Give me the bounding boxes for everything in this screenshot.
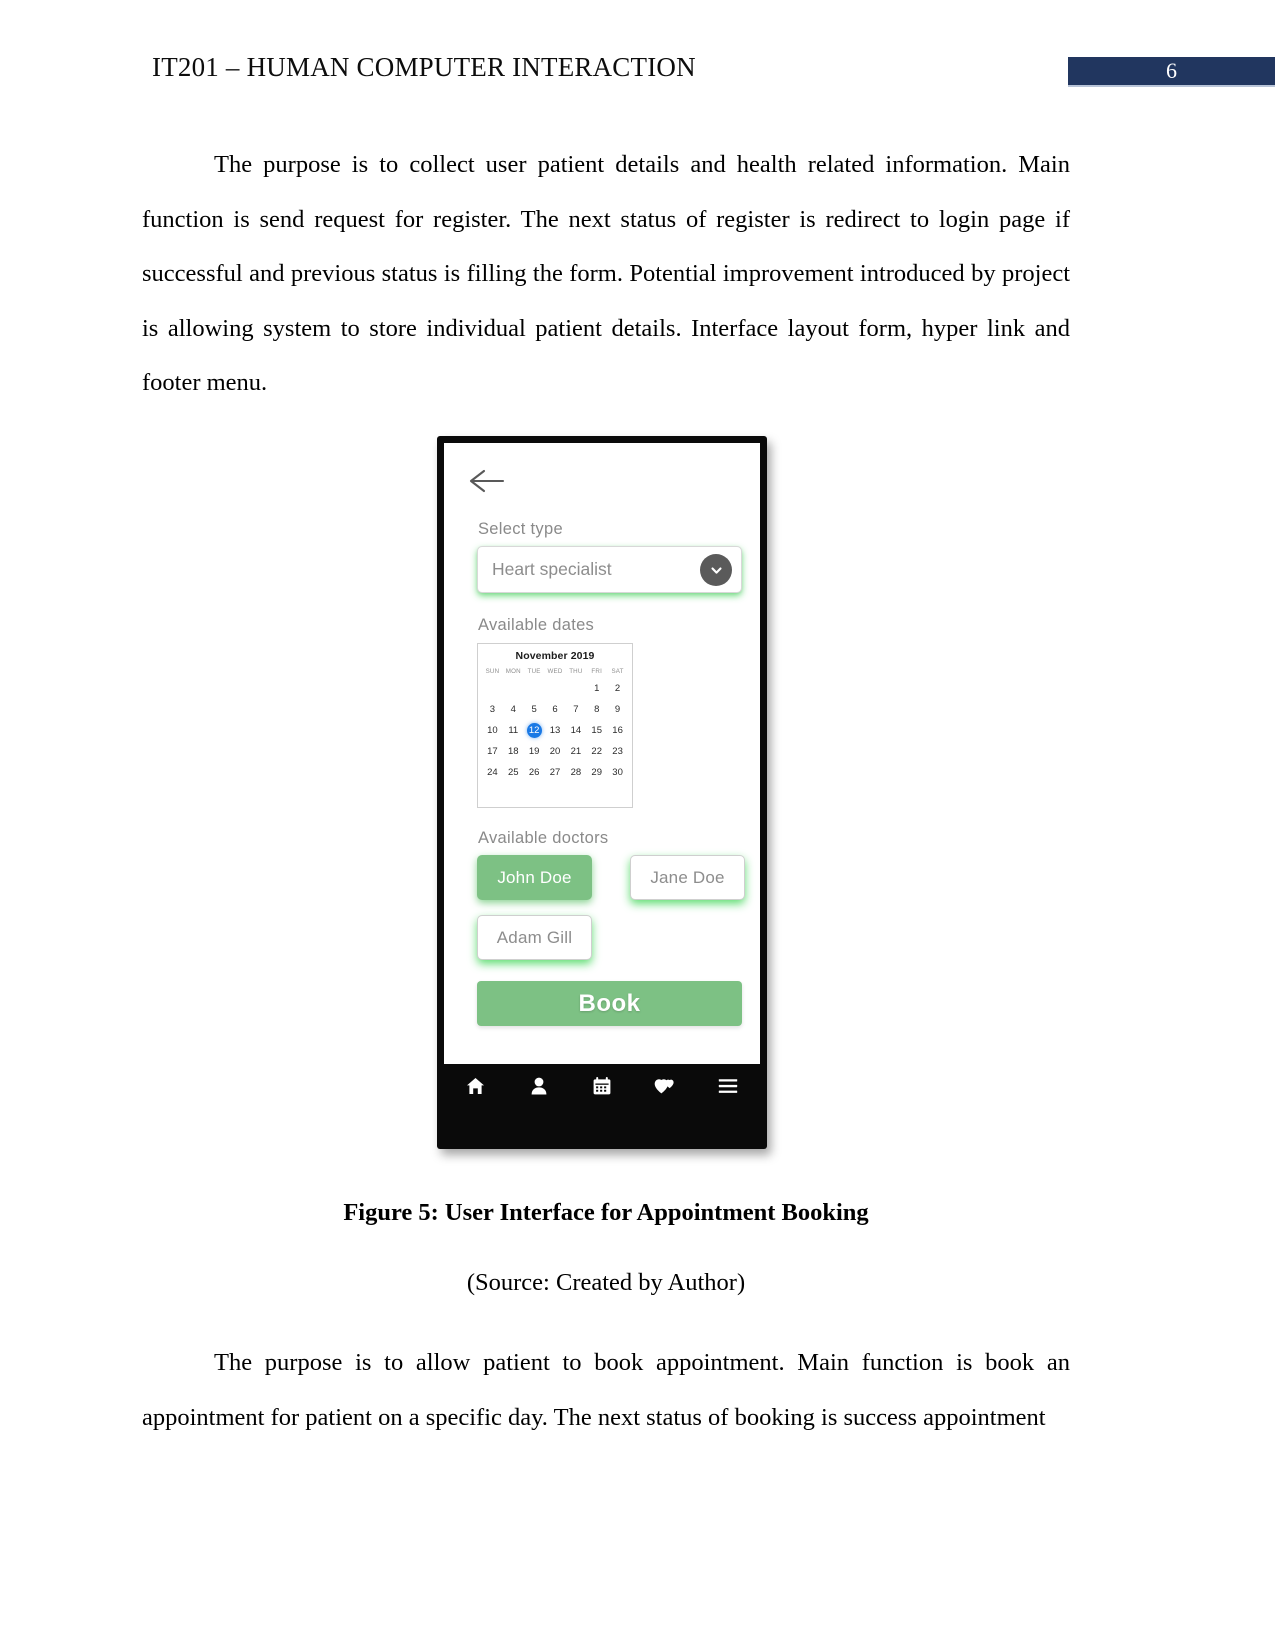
calendar-day (482, 681, 503, 696)
phone-screen: Select type Heart specialist Available d… (444, 443, 760, 1098)
doctor-option-jane-doe[interactable]: Jane Doe (630, 855, 745, 900)
calendar-dow: MON (505, 668, 521, 675)
calendar-day[interactable]: 7 (565, 702, 586, 717)
calendar-day-selected-value: 12 (526, 723, 542, 738)
available-doctors-label: Available doctors (478, 829, 609, 847)
calendar-dow: WED (547, 668, 563, 675)
calendar-day[interactable]: 25 (503, 765, 524, 780)
calendar-day[interactable]: 22 (586, 744, 607, 759)
figure-source: (Source: Created by Author) (466, 1269, 746, 1296)
calendar-day[interactable]: 8 (586, 702, 607, 717)
figure-caption: Figure 5: User Interface for Appointment… (343, 1199, 869, 1226)
paragraph-first: The purpose is to collect user patient d… (142, 138, 1070, 411)
bottom-navigation-bar: Home Account (444, 1064, 760, 1098)
home-icon (466, 1075, 485, 1097)
hearts-icon (654, 1075, 676, 1097)
calendar-day (503, 681, 524, 696)
calendar-day[interactable]: 11 (503, 723, 524, 738)
calendar-day (565, 681, 586, 696)
calendar-day[interactable]: 9 (607, 702, 628, 717)
available-dates-label: Available dates (478, 616, 595, 634)
calendar-dow: SUN (485, 668, 500, 675)
nav-item-home[interactable]: Home (444, 1075, 507, 1099)
nav-item-schedule[interactable]: Schedule (570, 1075, 633, 1099)
calendar-day (524, 681, 545, 696)
paragraph-second: The purpose is to allow patient to book … (142, 1336, 1070, 1445)
calendar-day[interactable]: 28 (565, 765, 586, 780)
calendar-day[interactable]: 30 (607, 765, 628, 780)
nav-item-account[interactable]: Account (507, 1075, 570, 1099)
calendar-day[interactable]: 19 (524, 744, 545, 759)
arrow-left-icon[interactable] (469, 468, 507, 494)
nav-item-stats[interactable]: Stats (634, 1075, 697, 1099)
calendar-dow: SAT (611, 668, 624, 675)
calendar-dow: THU (569, 668, 583, 675)
specialist-type-dropdown[interactable]: Heart specialist (477, 546, 742, 593)
calendar-day[interactable]: 13 (545, 723, 566, 738)
calendar-icon (593, 1075, 611, 1097)
calendar-day[interactable]: 20 (545, 744, 566, 759)
calendar-day[interactable]: 24 (482, 765, 503, 780)
calendar-day[interactable]: 5 (524, 702, 545, 717)
book-button[interactable]: Book (477, 981, 742, 1026)
calendar-day (545, 681, 566, 696)
person-icon (531, 1075, 547, 1097)
calendar-dow: FRI (591, 668, 602, 675)
calendar-day[interactable]: 1 (586, 681, 607, 696)
calendar-grid: SUN MON TUE WED THU FRI SAT 1 2 3 4 5 6 … (482, 668, 628, 780)
calendar-day[interactable]: 3 (482, 702, 503, 717)
hamburger-menu-icon (718, 1075, 738, 1097)
page-number-badge: 6 (1068, 57, 1275, 87)
calendar-day[interactable]: 23 (607, 744, 628, 759)
select-type-label: Select type (478, 520, 563, 538)
calendar-day[interactable]: 6 (545, 702, 566, 717)
phone-mockup-frame: Select type Heart specialist Available d… (437, 436, 767, 1149)
calendar-day[interactable]: 26 (524, 765, 545, 780)
calendar-day[interactable]: 27 (545, 765, 566, 780)
calendar-day[interactable]: 21 (565, 744, 586, 759)
calendar-day[interactable]: 16 (607, 723, 628, 738)
calendar-day[interactable]: 14 (565, 723, 586, 738)
calendar-day[interactable]: 18 (503, 744, 524, 759)
paragraph-second-text: The purpose is to allow patient to book … (142, 1349, 1070, 1431)
nav-item-menu[interactable]: Menu (697, 1075, 760, 1099)
calendar-day[interactable]: 29 (586, 765, 607, 780)
calendar-day[interactable]: 10 (482, 723, 503, 738)
document-header-title: IT201 – HUMAN COMPUTER INTERACTION (152, 52, 696, 82)
calendar-widget[interactable]: November 2019 SUN MON TUE WED THU FRI SA… (477, 643, 633, 808)
calendar-day[interactable]: 15 (586, 723, 607, 738)
paragraph-first-text: The purpose is to collect user patient d… (142, 151, 1070, 396)
calendar-day[interactable]: 4 (503, 702, 524, 717)
specialist-type-value: Heart specialist (492, 559, 612, 579)
calendar-day[interactable]: 2 (607, 681, 628, 696)
doctor-option-adam-gill[interactable]: Adam Gill (477, 915, 592, 960)
calendar-day[interactable]: 17 (482, 744, 503, 759)
doctor-option-john-doe[interactable]: John Doe (477, 855, 592, 900)
calendar-day-selected[interactable]: 12 (524, 723, 545, 738)
chevron-down-icon[interactable] (700, 554, 732, 586)
calendar-month-title: November 2019 (515, 650, 595, 662)
calendar-dow: TUE (527, 668, 541, 675)
page-header: IT201 – HUMAN COMPUTER INTERACTION 6 (0, 0, 1275, 110)
